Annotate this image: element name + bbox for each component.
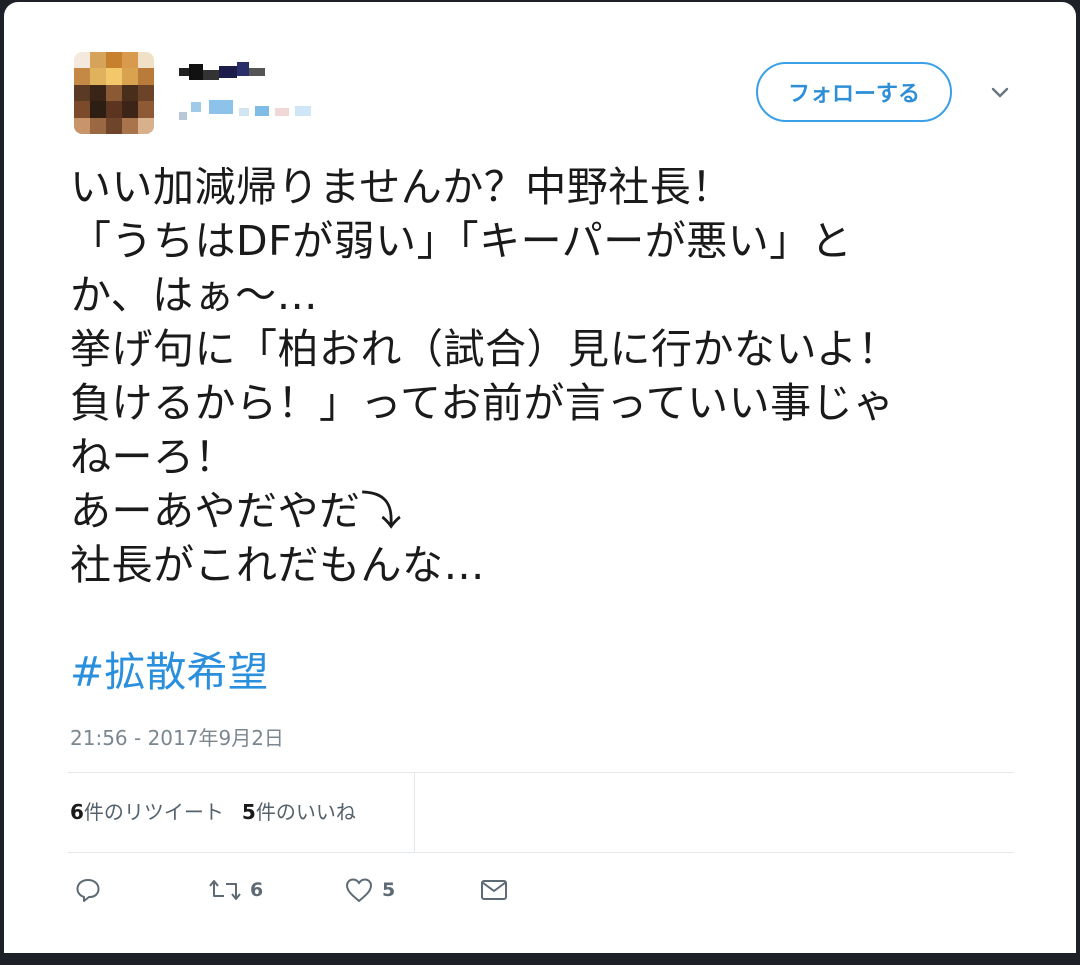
likes-label: 件のいいね: [255, 800, 356, 824]
divider: [68, 772, 1014, 773]
display-name-redacted[interactable]: [179, 60, 269, 84]
reply-icon: [76, 879, 100, 902]
reply-button[interactable]: [74, 876, 102, 904]
tweet-text-line: あーあやだやだ⤵: [70, 487, 402, 535]
direct-message-button[interactable]: [478, 876, 510, 904]
chevron-down-icon[interactable]: [988, 80, 1012, 104]
tweet-text-line: 「うちはDFが弱い」「キーパーが悪い」と: [70, 217, 853, 265]
retweet-count: 6: [250, 879, 264, 901]
message-icon: [481, 880, 507, 900]
tweet-stats: 6件のリツイート 5件のいいね: [70, 796, 356, 825]
likes-stat[interactable]: 5件のいいね: [242, 796, 356, 825]
window-frame: [0, 953, 1080, 965]
heart-icon: [346, 878, 372, 902]
tweet-card: フォローする いい加減帰りませんか？中野社長！ 「うちはDFが弱い」「キーパーが…: [4, 2, 1076, 953]
retweet-button[interactable]: 6: [208, 876, 263, 904]
retweet-icon: [209, 880, 241, 900]
username-redacted[interactable]: [179, 98, 319, 122]
hashtag-link[interactable]: #拡散希望: [70, 645, 268, 699]
divider: [68, 852, 1014, 853]
avatar[interactable]: [74, 52, 154, 134]
tweet-text: いい加減帰りませんか？中野社長！ 「うちはDFが弱い」「キーパーが悪い」と か、…: [70, 160, 1010, 592]
like-count: 5: [382, 879, 396, 901]
tweet-text-line: 挙げ句に「柏おれ（試合）見に行かないよ！: [70, 325, 900, 373]
follow-button[interactable]: フォローする: [756, 62, 952, 122]
likes-count: 5: [241, 800, 256, 824]
tweet-text-line: ねーろ！: [70, 433, 236, 481]
tweet-text-line: 社長がこれだもんな…: [70, 541, 485, 589]
like-button[interactable]: 5: [344, 876, 395, 904]
retweets-stat[interactable]: 6件のリツイート: [70, 796, 224, 825]
tweet-text-line: か、はぁ〜…: [70, 271, 319, 319]
tweet-text-line: 負けるから！」ってお前が言っていい事じゃ: [70, 379, 895, 427]
retweets-label: 件のリツイート: [83, 800, 224, 824]
retweets-count: 6: [70, 800, 84, 824]
tweet-timestamp[interactable]: 21:56 - 2017年9月2日: [70, 722, 284, 751]
divider: [414, 772, 415, 852]
tweet-text-line: いい加減帰りませんか？中野社長！: [70, 163, 733, 211]
